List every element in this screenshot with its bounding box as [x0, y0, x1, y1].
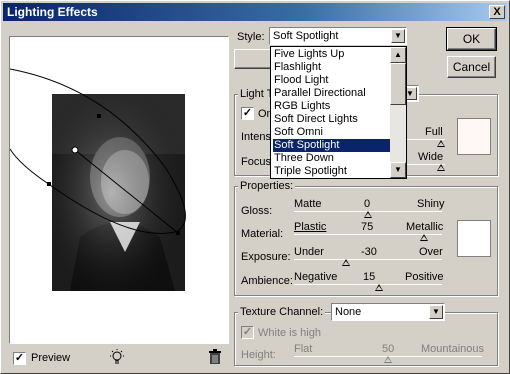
ambience-slider-track[interactable]	[294, 284, 442, 285]
focus-right-label: Wide	[418, 151, 444, 163]
ambience-value: 15	[363, 271, 376, 283]
exposure-slider-thumb[interactable]	[342, 259, 350, 266]
material-label: Material:	[241, 228, 284, 240]
style-option[interactable]: Flashlight	[273, 61, 391, 74]
style-option-selected[interactable]: Soft Spotlight	[273, 139, 391, 152]
style-option[interactable]: Triple Spotlight	[273, 165, 391, 178]
exposure-value: -30	[361, 246, 377, 258]
preview-canvas[interactable]	[10, 37, 228, 343]
style-option[interactable]: Parallel Directional	[273, 87, 391, 100]
material-right-label: Metallic	[406, 221, 444, 233]
intensity-label: Intens	[241, 131, 271, 143]
style-dropdown-list[interactable]: Five Lights Up Flashlight Flood Light Pa…	[270, 46, 407, 179]
lighting-effects-dialog: Lighting Effects X ✓ Preview Style: Soft…	[0, 0, 510, 374]
preview-panel[interactable]	[9, 36, 229, 344]
style-option[interactable]: Flood Light	[273, 74, 391, 87]
style-select-value: Soft Spotlight	[273, 30, 339, 42]
close-button[interactable]: X	[489, 5, 505, 19]
style-option[interactable]: Soft Direct Lights	[273, 113, 391, 126]
exposure-right-label: Over	[419, 246, 443, 258]
gloss-right-label: Shiny	[417, 198, 445, 210]
style-option[interactable]: RGB Lights	[273, 100, 391, 113]
ambience-label: Ambience:	[241, 275, 293, 287]
portrait-photo	[52, 94, 185, 291]
material-left-label: Plastic	[294, 221, 327, 233]
preview-label: Preview	[31, 352, 71, 364]
light-handle-bottom[interactable]	[47, 182, 51, 186]
texture-channel-select[interactable]: None ▼	[331, 303, 445, 321]
intensity-right-label: Full	[425, 126, 443, 138]
gloss-slider-thumb[interactable]	[364, 211, 372, 218]
light-bulb-icon[interactable]	[108, 348, 126, 366]
focus-slider-thumb[interactable]	[437, 164, 445, 171]
focus-label: Focus	[241, 156, 271, 168]
gloss-left-label: Matte	[294, 198, 322, 210]
title-bar: Lighting Effects X	[3, 3, 507, 21]
height-left-label: Flat	[294, 343, 313, 355]
white-is-high-label: White is high	[258, 327, 321, 339]
ambience-slider-thumb[interactable]	[375, 284, 383, 291]
exposure-label: Exposure:	[241, 251, 291, 263]
style-option[interactable]: Soft Omni	[273, 126, 391, 139]
gloss-label: Gloss:	[241, 205, 273, 217]
scroll-down-icon[interactable]: ▼	[390, 162, 406, 178]
style-option[interactable]: Three Down	[273, 152, 391, 165]
ambience-left-label: Negative	[294, 271, 338, 283]
light-color-swatch[interactable]	[457, 118, 491, 155]
material-value: 75	[361, 221, 374, 233]
scroll-up-icon[interactable]: ▲	[390, 47, 406, 63]
height-right-label: Mountainous	[421, 343, 484, 355]
dropdown-scrollbar[interactable]: ▲ ▼	[390, 47, 406, 178]
height-slider-thumb[interactable]	[384, 356, 392, 363]
window-title: Lighting Effects	[7, 5, 98, 19]
style-label: Style:	[237, 31, 265, 43]
exposure-slider-track[interactable]	[294, 259, 442, 260]
texture-channel-label: Texture Channel:	[238, 306, 326, 318]
style-option[interactable]: Five Lights Up	[273, 48, 391, 61]
cancel-button[interactable]: Cancel	[447, 56, 496, 78]
material-slider-thumb[interactable]	[420, 234, 428, 241]
trash-icon[interactable]	[208, 349, 222, 365]
properties-group-label: Properties:	[238, 180, 296, 192]
light-center-handle[interactable]	[71, 146, 79, 154]
white-is-high-checkbox[interactable]: ✓	[241, 326, 254, 339]
light-handle-top[interactable]	[97, 114, 101, 118]
chevron-down-icon[interactable]: ▼	[391, 29, 405, 43]
light-on-checkbox[interactable]: ✓	[241, 107, 254, 120]
exposure-left-label: Under	[294, 246, 324, 258]
intensity-slider-thumb[interactable]	[437, 140, 445, 147]
preview-checkbox[interactable]: ✓	[13, 352, 26, 365]
scrollbar-thumb[interactable]	[390, 63, 406, 105]
height-value: 50	[382, 343, 395, 355]
ambience-right-label: Positive	[405, 271, 444, 283]
properties-color-swatch[interactable]	[457, 220, 491, 257]
texture-channel-value: None	[335, 306, 362, 318]
chevron-down-icon[interactable]: ▼	[429, 305, 443, 319]
height-label: Height:	[241, 349, 276, 361]
gloss-value: 0	[364, 198, 371, 210]
light-handle-end[interactable]	[176, 231, 180, 235]
ok-button[interactable]: OK	[446, 27, 497, 51]
save-button-partial[interactable]	[234, 49, 274, 69]
style-select[interactable]: Soft Spotlight ▼	[269, 27, 407, 45]
